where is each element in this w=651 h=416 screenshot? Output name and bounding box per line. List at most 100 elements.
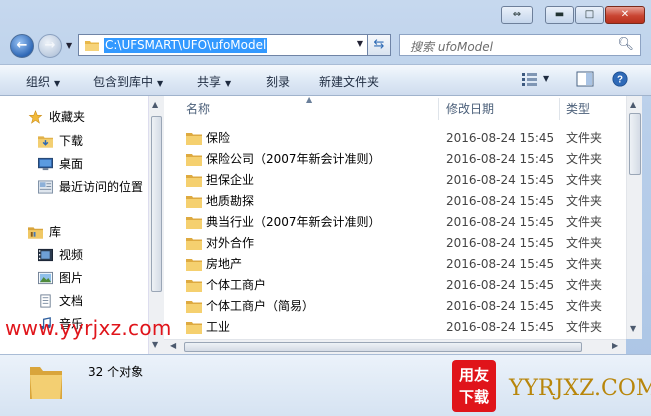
- folder-icon: [186, 196, 202, 208]
- burn-button[interactable]: 刻录: [266, 73, 290, 90]
- folder-large-icon: [30, 367, 62, 399]
- refresh-button[interactable]: ⇆: [368, 34, 391, 56]
- chevron-down-icon: ▼: [157, 79, 164, 88]
- back-arrow-icon: ←: [16, 38, 28, 53]
- table-row[interactable]: 对外合作 2016-08-24 15:45 文件夹: [164, 233, 626, 254]
- column-header-type[interactable]: 类型: [566, 96, 590, 122]
- scroll-down-icon[interactable]: ▼: [630, 324, 636, 333]
- watermark-url: www.yyrjxz.com: [5, 316, 172, 340]
- download-folder-icon: [38, 136, 53, 148]
- file-date: 2016-08-24 15:45: [446, 131, 555, 145]
- table-row[interactable]: 地质勘探 2016-08-24 15:45 文件夹: [164, 191, 626, 212]
- file-date: 2016-08-24 15:45: [446, 257, 555, 271]
- file-type: 文件夹: [566, 131, 603, 145]
- table-row[interactable]: 个体工商户 2016-08-24 15:45 文件夹: [164, 275, 626, 296]
- maximize-button[interactable]: □: [575, 6, 604, 24]
- watermark-logo: 用友 下载: [452, 360, 496, 412]
- explorer-window: ⇔ ▬ □ ✕ ← → ▼ C:\UFSMART\UFO\ufoModel ▼ …: [0, 0, 651, 416]
- minimize-button[interactable]: ▬: [545, 6, 574, 24]
- refresh-icon: ⇆: [373, 37, 385, 52]
- video-library-icon: [38, 248, 53, 262]
- chevron-down-icon: ▼: [225, 79, 232, 88]
- column-header-name[interactable]: 名称: [186, 96, 210, 122]
- table-row[interactable]: 个体工商户（简易） 2016-08-24 15:45 文件夹: [164, 296, 626, 317]
- chevron-down-icon[interactable]: ▼: [543, 74, 549, 83]
- file-name: 保险: [206, 131, 231, 145]
- file-type: 文件夹: [566, 236, 603, 250]
- favorites-star-icon: [28, 110, 43, 124]
- file-type: 文件夹: [566, 215, 603, 229]
- search-box[interactable]: 搜索 ufoModel 🔍︎: [399, 34, 641, 56]
- file-date: 2016-08-24 15:45: [446, 173, 555, 187]
- chevron-down-icon: ▼: [54, 79, 61, 88]
- restore-view-button[interactable]: ⇔: [501, 6, 533, 24]
- forward-button[interactable]: →: [38, 34, 62, 58]
- file-date: 2016-08-24 15:45: [446, 152, 555, 166]
- recent-places-icon: [38, 180, 53, 194]
- folder-icon: [186, 301, 202, 313]
- new-folder-button[interactable]: 新建文件夹: [319, 73, 379, 90]
- command-bar: 组织 ▼ 包含到库中 ▼ 共享 ▼ 刻录 新建文件夹 ▼ ?: [0, 64, 651, 96]
- folder-icon: [186, 154, 202, 166]
- libraries-icon: [28, 227, 43, 239]
- table-row[interactable]: 典当行业（2007年新会计准则） 2016-08-24 15:45 文件夹: [164, 212, 626, 233]
- share-menu[interactable]: 共享 ▼: [197, 73, 231, 90]
- file-name: 典当行业（2007年新会计准则）: [206, 215, 381, 229]
- organize-menu[interactable]: 组织 ▼: [26, 73, 60, 90]
- help-icon[interactable]: ?: [611, 71, 629, 87]
- file-list-horizontal-scrollbar[interactable]: ◀ ▶: [164, 339, 626, 354]
- document-library-icon: [40, 294, 51, 308]
- address-path[interactable]: C:\UFSMART\UFO\ufoModel: [104, 38, 268, 53]
- folder-icon: [186, 280, 202, 292]
- sort-ascending-icon: ▲: [306, 96, 313, 104]
- item-count: 32 个对象: [88, 365, 144, 379]
- search-icon[interactable]: 🔍︎: [617, 37, 634, 52]
- folder-icon: [186, 133, 202, 145]
- scroll-right-icon[interactable]: ▶: [612, 341, 618, 350]
- file-list-vertical-scrollbar[interactable]: ▲ ▼: [626, 96, 642, 339]
- preview-pane-icon[interactable]: [576, 71, 594, 87]
- include-in-library-menu[interactable]: 包含到库中 ▼: [93, 73, 163, 90]
- file-date: 2016-08-24 15:45: [446, 215, 555, 229]
- scroll-up-icon[interactable]: ▲: [630, 100, 636, 109]
- table-row[interactable]: 担保企业 2016-08-24 15:45 文件夹: [164, 170, 626, 191]
- folder-icon: [85, 41, 99, 51]
- folder-icon: [186, 175, 202, 187]
- table-row[interactable]: 房地产 2016-08-24 15:45 文件夹: [164, 254, 626, 275]
- column-divider[interactable]: [559, 98, 560, 120]
- file-type: 文件夹: [566, 152, 603, 166]
- chevron-down-icon[interactable]: ▼: [357, 39, 363, 48]
- file-date: 2016-08-24 15:45: [446, 236, 555, 250]
- table-row[interactable]: 保险 2016-08-24 15:45 文件夹: [164, 128, 626, 149]
- file-type: 文件夹: [566, 299, 603, 313]
- scroll-down-icon[interactable]: ▼: [152, 340, 158, 349]
- horizontal-scroll-thumb[interactable]: [184, 342, 582, 352]
- file-name: 房地产: [206, 257, 243, 271]
- file-type: 文件夹: [566, 173, 603, 187]
- close-button[interactable]: ✕: [605, 6, 645, 24]
- file-list-scroll-thumb[interactable]: [629, 113, 641, 175]
- scroll-up-icon[interactable]: ▲: [152, 100, 158, 109]
- nav-pane-scroll-thumb[interactable]: [151, 116, 162, 292]
- folder-icon: [186, 238, 202, 250]
- column-header-date[interactable]: 修改日期: [446, 96, 494, 122]
- file-name: 保险公司（2007年新会计准则）: [206, 152, 381, 166]
- recent-pages-dropdown[interactable]: ▼: [66, 41, 72, 50]
- desktop-icon: [38, 157, 53, 171]
- view-options-icon[interactable]: [521, 71, 539, 87]
- search-placeholder: 搜索 ufoModel: [410, 40, 494, 54]
- folder-icon: [186, 217, 202, 229]
- svg-text:?: ?: [617, 75, 623, 86]
- back-button[interactable]: ←: [10, 34, 34, 58]
- table-row[interactable]: 工业 2016-08-24 15:45 文件夹: [164, 317, 626, 338]
- folder-icon: [186, 322, 202, 334]
- address-bar[interactable]: C:\UFSMART\UFO\ufoModel ▼: [78, 34, 368, 56]
- file-list: 名称 ▲ 修改日期 类型 保险 2016-08-24 15:45 文件夹 保险公司（2…: [164, 96, 626, 339]
- file-date: 2016-08-24 15:45: [446, 278, 555, 292]
- scroll-left-icon[interactable]: ◀: [170, 341, 176, 350]
- table-row[interactable]: 保险公司（2007年新会计准则） 2016-08-24 15:45 文件夹: [164, 149, 626, 170]
- column-divider[interactable]: [438, 98, 439, 120]
- folder-icon: [186, 259, 202, 271]
- file-name: 担保企业: [206, 173, 255, 187]
- file-type: 文件夹: [566, 194, 603, 208]
